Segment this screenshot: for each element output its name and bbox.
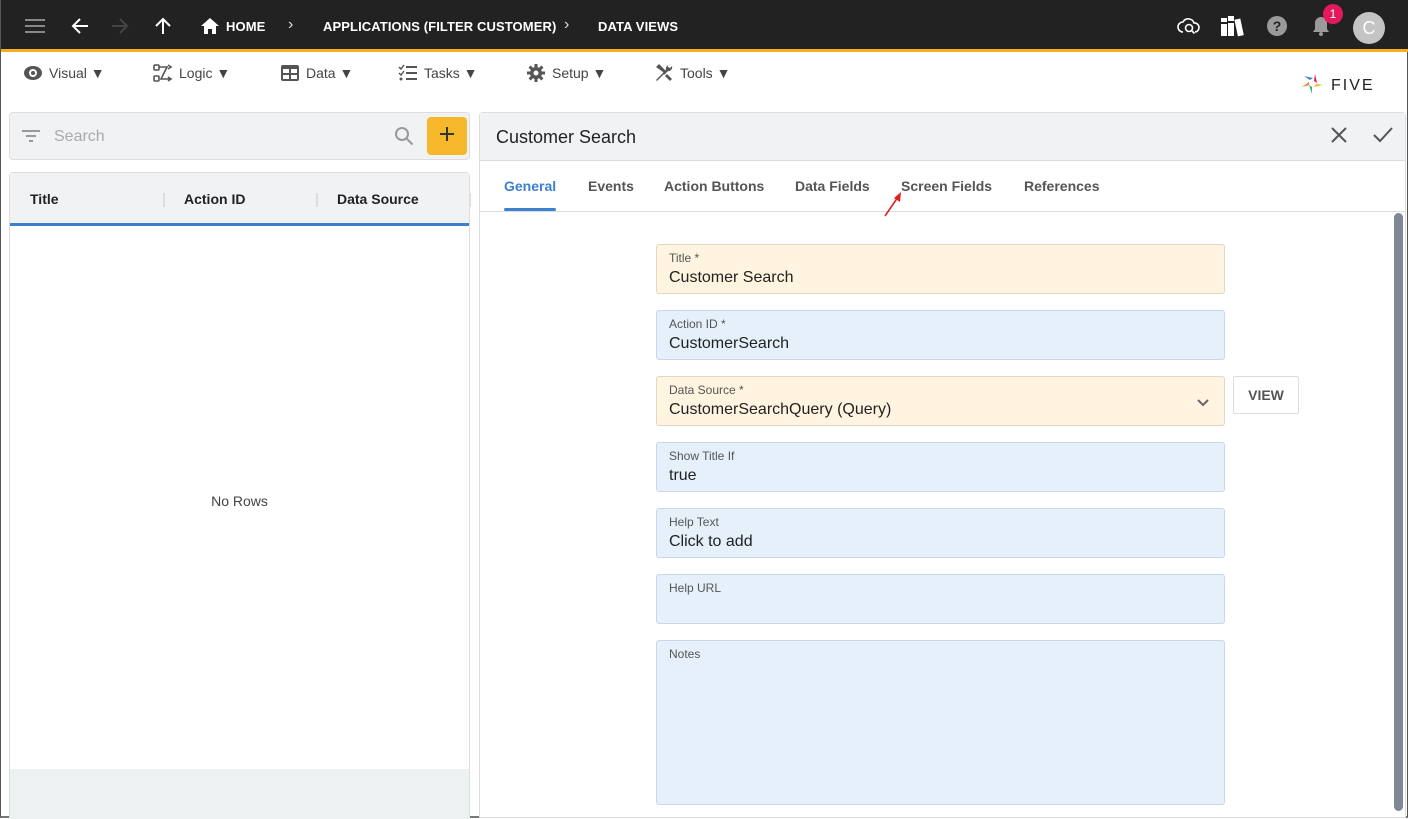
- close-icon: [1331, 126, 1347, 148]
- menu-bar: Visual ▼ Logic ▼ Data ▼ Tasks ▼ Setup ▼ …: [1, 55, 1408, 110]
- column-divider[interactable]: [469, 193, 471, 207]
- menu-data[interactable]: Data ▼: [280, 63, 353, 83]
- tools-icon: [654, 63, 674, 83]
- menu-visual-label: Visual ▼: [49, 65, 105, 81]
- column-header-title[interactable]: Title: [30, 191, 59, 207]
- add-button[interactable]: [427, 117, 467, 155]
- grid-footer: [10, 769, 469, 819]
- menu-tools[interactable]: Tools ▼: [654, 63, 730, 83]
- action-id-field[interactable]: Action ID * CustomerSearch: [656, 310, 1225, 360]
- tab-bar: General Events Action Buttons Data Field…: [480, 161, 1405, 212]
- help-url-field[interactable]: Help URL: [656, 574, 1225, 624]
- show-title-if-field-label: Show Title If: [669, 449, 735, 463]
- data-source-select-label: Data Source *: [669, 383, 744, 397]
- menu-visual[interactable]: Visual ▼: [23, 63, 105, 83]
- column-header-action-id[interactable]: Action ID: [184, 191, 245, 207]
- chevron-down-icon[interactable]: [1196, 395, 1210, 413]
- menu-tasks-label: Tasks ▼: [424, 65, 478, 81]
- notes-field[interactable]: Notes: [656, 640, 1225, 805]
- logic-icon: [153, 64, 173, 82]
- menu-data-label: Data ▼: [306, 65, 354, 81]
- back-icon[interactable]: [68, 14, 92, 38]
- form-header: Customer Search: [480, 113, 1405, 161]
- view-button[interactable]: VIEW: [1233, 376, 1299, 414]
- grid-header: Title Action ID Data Source: [10, 173, 471, 226]
- data-source-select-value[interactable]: CustomerSearchQuery (Query): [669, 401, 891, 419]
- column-header-data-source[interactable]: Data Source: [337, 191, 419, 207]
- five-logo: FIVE: [1301, 72, 1391, 96]
- help-text-field[interactable]: Help Text Click to add: [656, 508, 1225, 558]
- tab-action-buttons[interactable]: Action Buttons: [664, 178, 764, 194]
- home-icon[interactable]: [198, 14, 222, 38]
- app-window: HOME › APPLICATIONS (FILTER CUSTOMER) › …: [0, 0, 1408, 819]
- menu-logic-label: Logic ▼: [179, 65, 231, 81]
- search-input[interactable]: [54, 125, 384, 149]
- notification-badge: 1: [1323, 4, 1343, 24]
- tasks-icon: [398, 64, 418, 82]
- show-title-if-field[interactable]: Show Title If true: [656, 442, 1225, 492]
- svg-text:?: ?: [1273, 18, 1282, 34]
- empty-state-text: No Rows: [211, 493, 268, 509]
- gear-icon: [526, 63, 546, 83]
- breadcrumb-separator: ›: [288, 16, 294, 33]
- action-id-field-value[interactable]: CustomerSearch: [669, 335, 789, 353]
- form-scrollbar[interactable]: [1394, 213, 1403, 811]
- column-divider[interactable]: [316, 193, 318, 207]
- annotation-arrow-icon: [884, 192, 901, 217]
- search-bar: [9, 112, 470, 160]
- forward-icon[interactable]: [108, 14, 132, 38]
- tab-events[interactable]: Events: [588, 178, 634, 194]
- breadcrumb-separator: ›: [564, 16, 570, 33]
- table-icon: [280, 64, 300, 82]
- help-icon[interactable]: ?: [1265, 14, 1289, 38]
- form-panel: Customer Search General Events Action Bu…: [479, 112, 1406, 818]
- search-icon[interactable]: [394, 126, 414, 151]
- tab-data-fields[interactable]: Data Fields: [795, 178, 870, 194]
- title-field-value[interactable]: Customer Search: [669, 269, 794, 287]
- logo-text: FIVE: [1331, 77, 1375, 94]
- data-grid: Title Action ID Data Source No Rows: [9, 172, 471, 819]
- title-field-label: Title *: [669, 251, 700, 265]
- help-url-field-label: Help URL: [669, 581, 722, 595]
- title-field[interactable]: Title * Customer Search: [656, 244, 1225, 294]
- menu-logic[interactable]: Logic ▼: [153, 63, 230, 83]
- avatar[interactable]: C: [1353, 12, 1385, 44]
- notes-field-label: Notes: [669, 647, 701, 661]
- action-id-field-label: Action ID *: [669, 317, 726, 331]
- help-text-field-value[interactable]: Click to add: [669, 533, 753, 551]
- menu-tools-label: Tools ▼: [680, 65, 731, 81]
- eye-icon: [23, 65, 43, 81]
- menu-icon[interactable]: [23, 14, 47, 38]
- tab-general[interactable]: General: [504, 178, 556, 194]
- cloud-search-icon[interactable]: [1177, 14, 1201, 38]
- help-text-field-label: Help Text: [669, 515, 719, 529]
- form-title: Customer Search: [496, 127, 637, 147]
- tab-references[interactable]: References: [1024, 178, 1100, 194]
- up-icon[interactable]: [151, 14, 175, 38]
- active-tab-indicator: [504, 208, 556, 211]
- tab-screen-fields[interactable]: Screen Fields: [901, 178, 992, 194]
- close-button[interactable]: [1327, 125, 1351, 149]
- menu-setup[interactable]: Setup ▼: [526, 63, 606, 83]
- save-button[interactable]: [1371, 125, 1395, 149]
- show-title-if-field-value[interactable]: true: [669, 467, 697, 485]
- plus-icon: [439, 126, 455, 147]
- library-icon[interactable]: [1220, 14, 1244, 38]
- breadcrumb-data-views[interactable]: DATA VIEWS: [598, 19, 678, 34]
- menu-setup-label: Setup ▼: [552, 65, 607, 81]
- menu-tasks[interactable]: Tasks ▼: [398, 63, 478, 83]
- breadcrumb-home[interactable]: HOME: [226, 19, 265, 34]
- data-source-select[interactable]: Data Source * CustomerSearchQuery (Query…: [656, 376, 1225, 426]
- filter-icon[interactable]: [22, 128, 42, 149]
- top-bar: HOME › APPLICATIONS (FILTER CUSTOMER) › …: [1, 0, 1408, 52]
- check-icon: [1373, 126, 1393, 148]
- breadcrumb-applications[interactable]: APPLICATIONS (FILTER CUSTOMER): [323, 19, 556, 34]
- column-divider[interactable]: [163, 193, 165, 207]
